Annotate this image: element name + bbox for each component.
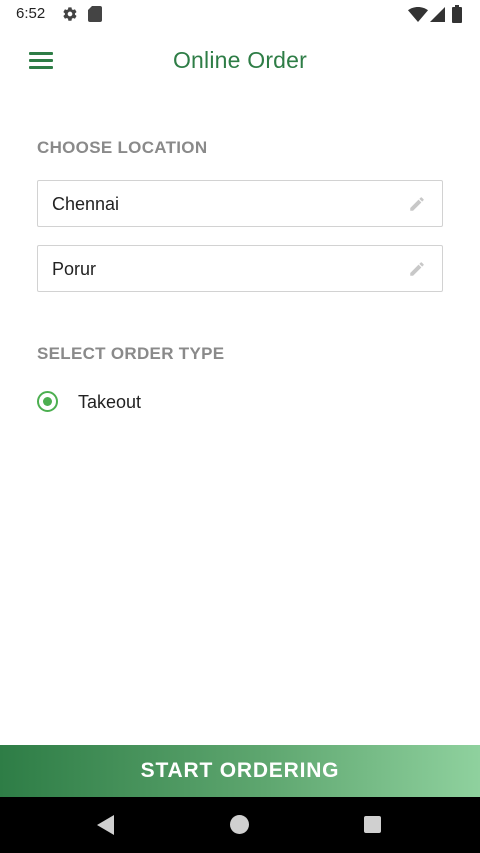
radio-selected-icon[interactable] <box>37 391 58 412</box>
sd-card-icon <box>88 6 102 22</box>
choose-location-label: CHOOSE LOCATION <box>37 138 208 157</box>
radio-dot <box>42 396 52 406</box>
status-bar: 6:52 <box>0 0 480 28</box>
city-value: Chennai <box>52 194 120 214</box>
recents-icon[interactable] <box>364 816 381 833</box>
app-bar: Online Order <box>0 28 480 96</box>
battery-icon <box>452 5 462 23</box>
wifi-icon <box>408 7 428 22</box>
gear-icon <box>63 7 77 21</box>
home-icon[interactable] <box>230 815 249 834</box>
start-ordering-label: START ORDERING <box>140 759 340 782</box>
area-value: Porur <box>52 259 97 279</box>
takeout-radio-option[interactable]: Takeout <box>34 388 234 418</box>
navigation-bar <box>0 797 480 853</box>
page-title: Online Order <box>172 47 308 73</box>
start-ordering-button[interactable]: START ORDERING <box>0 745 480 797</box>
select-order-type-label: SELECT ORDER TYPE <box>37 344 225 363</box>
takeout-label: Takeout <box>78 392 142 412</box>
status-time: 6:52 <box>16 5 46 22</box>
pencil-icon <box>410 197 424 211</box>
pencil-icon <box>410 262 424 276</box>
back-icon[interactable] <box>96 814 116 836</box>
cell-signal-icon <box>430 7 445 22</box>
city-field[interactable]: Chennai <box>37 180 443 227</box>
area-field[interactable]: Porur <box>37 245 443 292</box>
